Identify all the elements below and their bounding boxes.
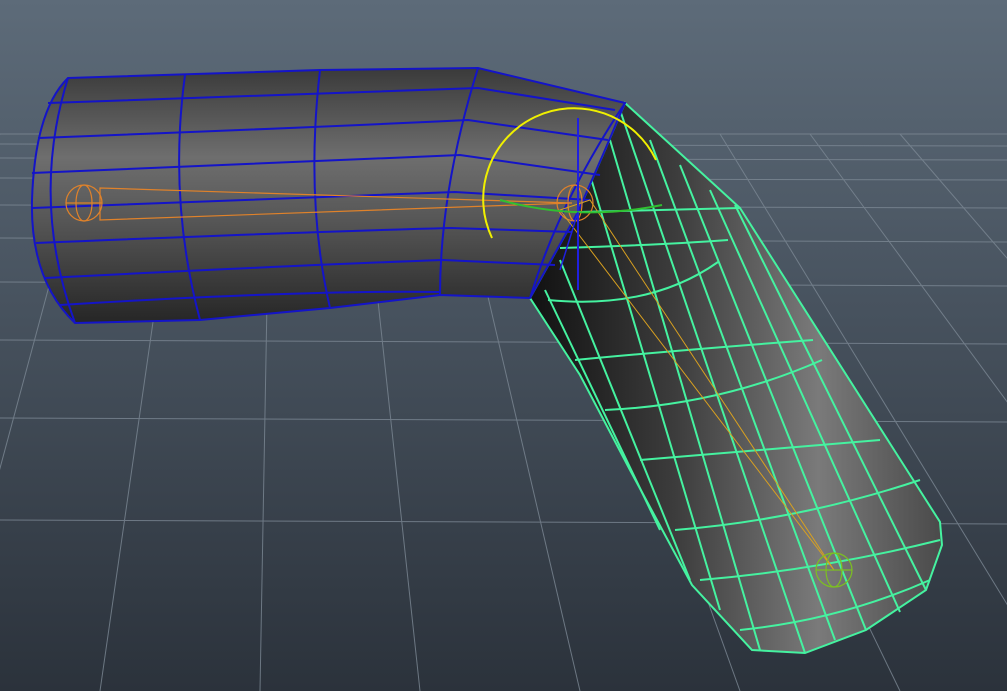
maya-3d-viewport[interactable] bbox=[0, 0, 1007, 691]
